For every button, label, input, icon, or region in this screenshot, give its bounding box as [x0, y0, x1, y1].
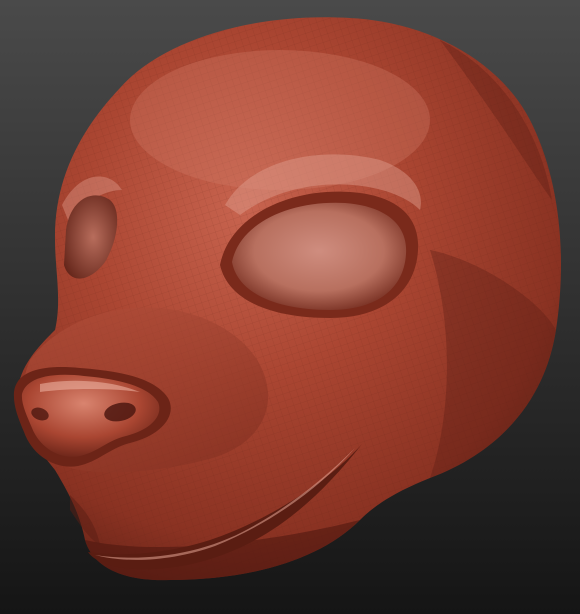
sculpt-viewport[interactable] [0, 0, 580, 614]
sculpt-canvas[interactable] [0, 0, 580, 614]
